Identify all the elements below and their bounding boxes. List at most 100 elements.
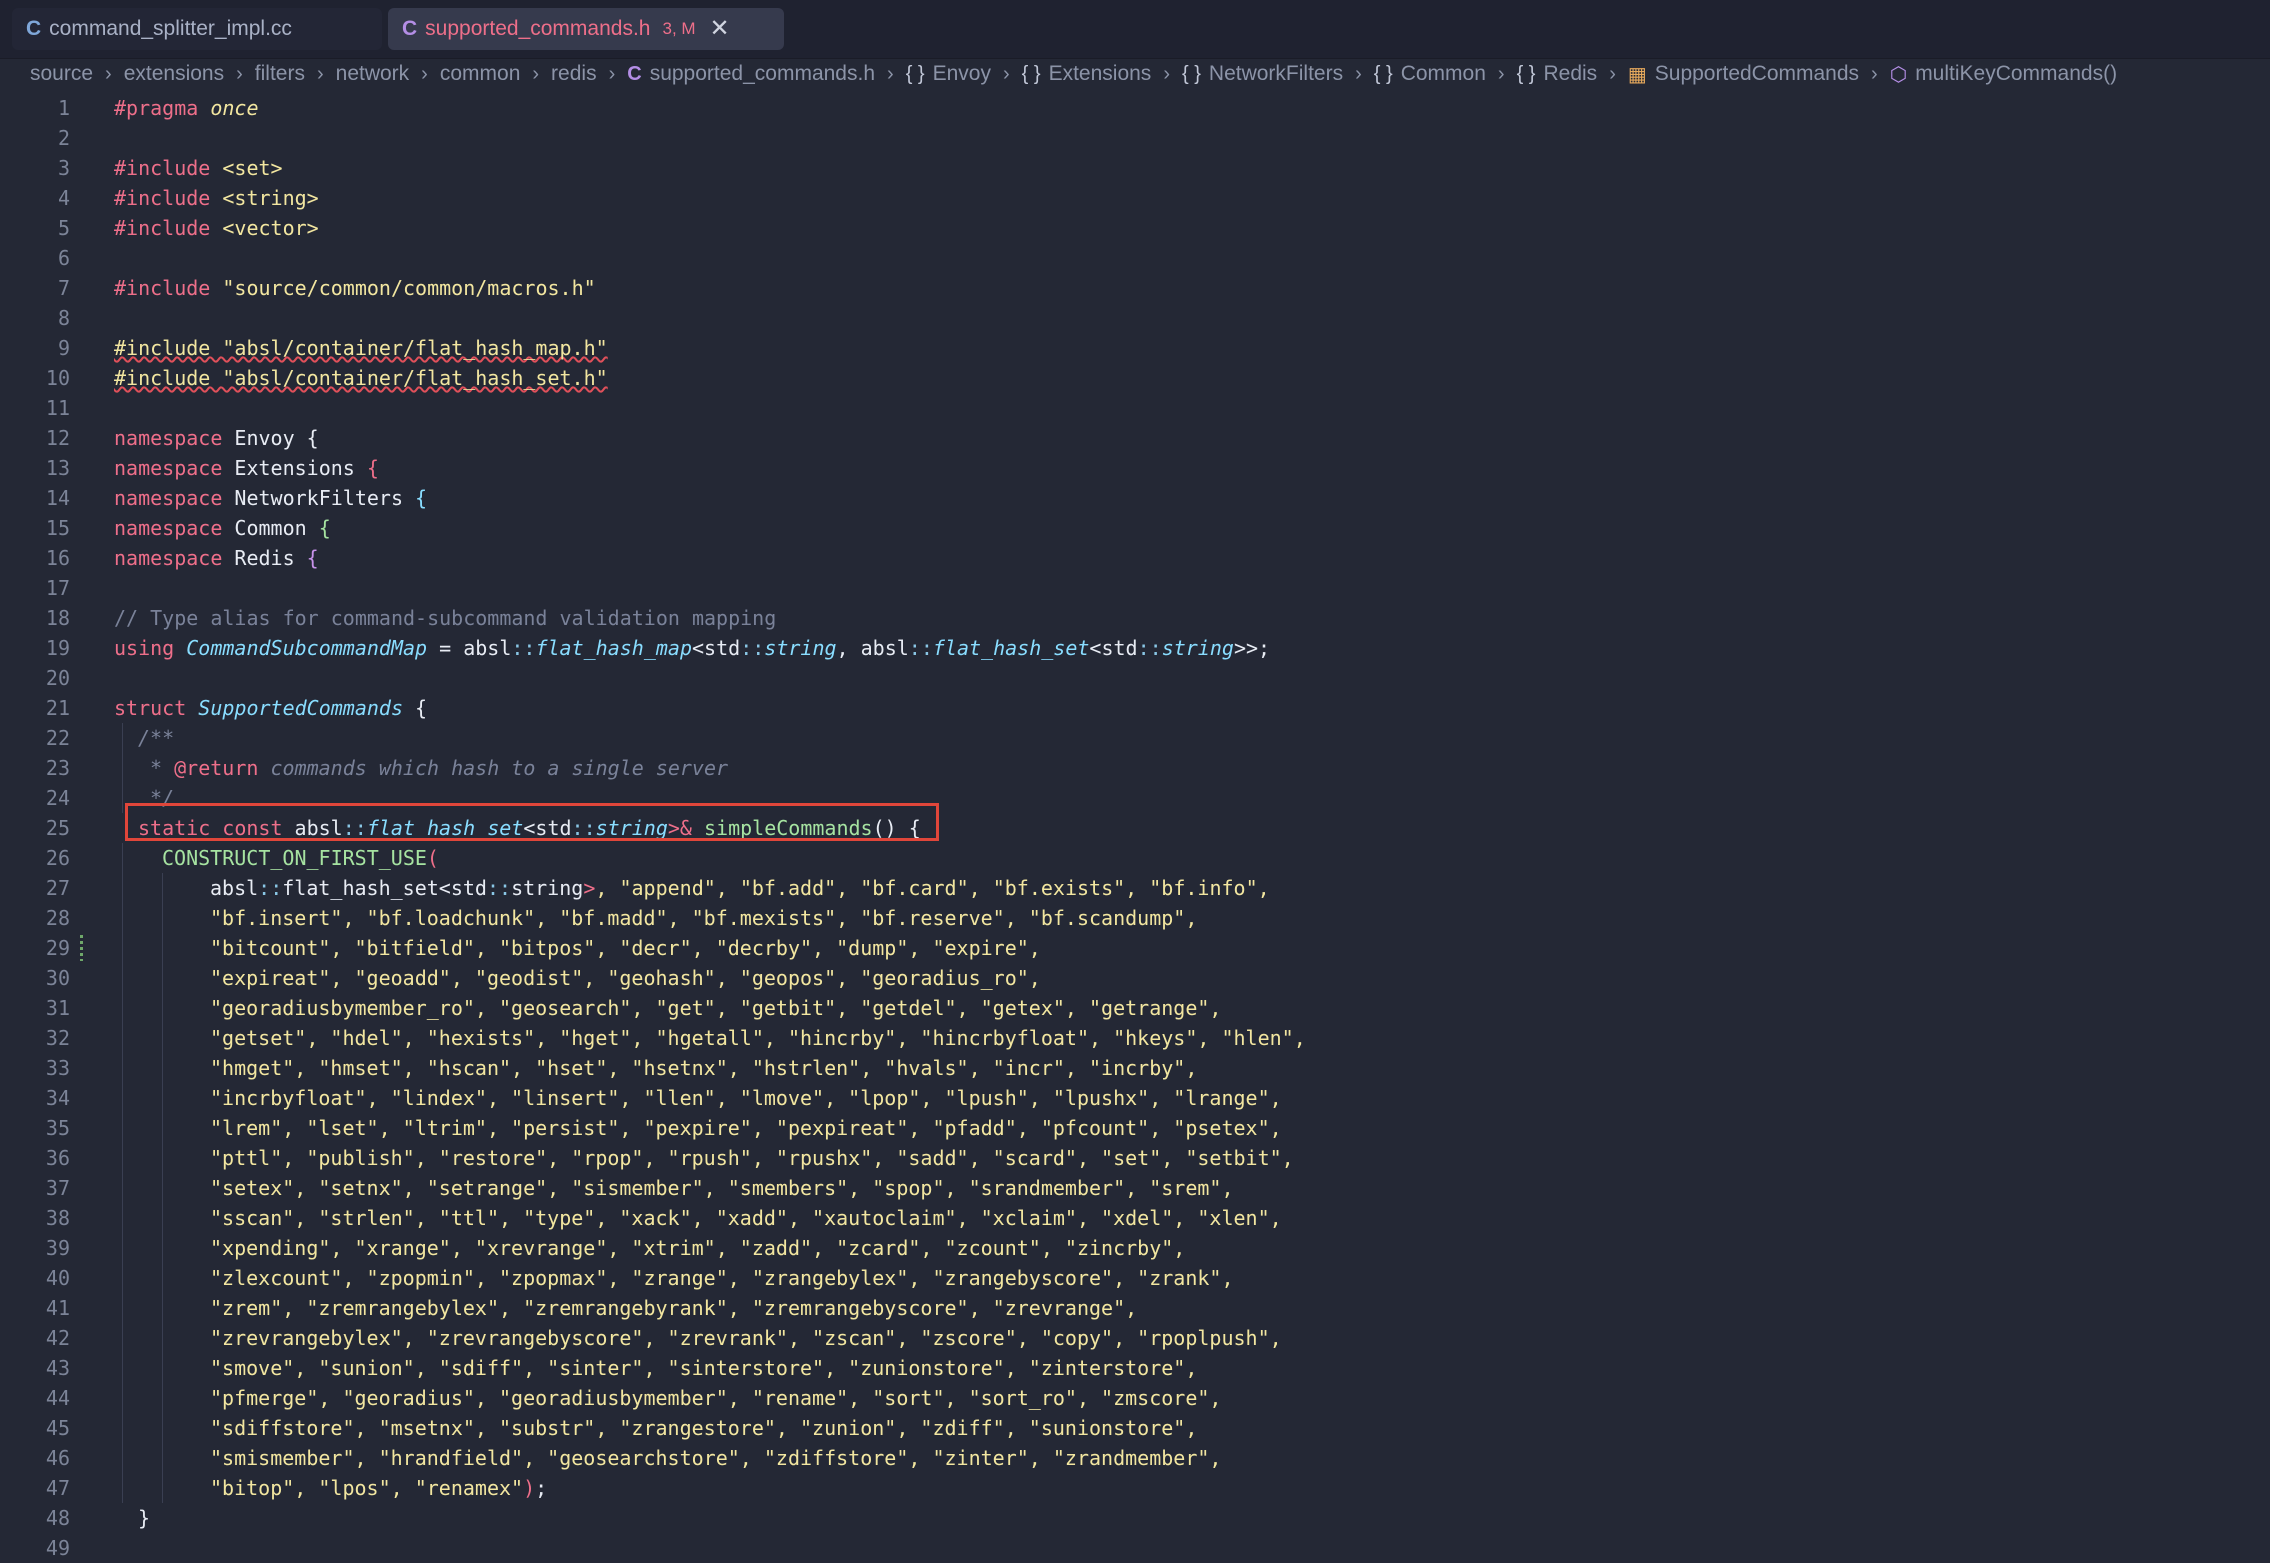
code-line: 5 #include <vector> (0, 213, 2270, 243)
breadcrumb-item[interactable]: filters (255, 62, 305, 86)
breadcrumb-item[interactable]: network (336, 62, 410, 86)
comment: * (138, 756, 175, 780)
breadcrumb-item[interactable]: { } Envoy (906, 62, 991, 86)
tab-command-splitter-impl[interactable]: C command_splitter_impl.cc (12, 8, 382, 50)
code-token: #include (114, 216, 223, 240)
code-editor[interactable]: 1 #pragma once 2 3 #include <set> 4 #includ… (0, 93, 2270, 1560)
chevron-right-icon: › (1497, 62, 1505, 85)
code-token: NetworkFilters (222, 486, 416, 510)
code-token: flat_hash_set (366, 816, 524, 840)
code-line: 32 "getset", "hdel", "hexists", "hget", "… (0, 1023, 2270, 1053)
breadcrumb-label: common (439, 62, 521, 85)
string-list: "zlexcount", "zpopmin", "zpopmax", "zran… (210, 1266, 1234, 1290)
breadcrumb-item[interactable]: redis (551, 62, 597, 86)
tab-bar: C command_splitter_impl.cc C supported_c… (0, 0, 2270, 59)
breadcrumb-item[interactable]: extensions (124, 62, 224, 86)
diff-modified-marker[interactable] (80, 935, 83, 961)
code-token: namespace (114, 486, 223, 510)
code-token: #include (114, 156, 223, 180)
comment: commands which hash to a single server (258, 756, 729, 780)
line-number: 36 (45, 1146, 70, 1170)
code-line: 19 using CommandSubcommandMap = absl::fla… (0, 633, 2270, 663)
close-icon[interactable]: ✕ (710, 17, 730, 41)
chevron-right-icon: › (608, 62, 616, 85)
code-token: CommandSubcommandMap (186, 636, 428, 660)
string-list: "zrevrangebylex", "zrevrangebyscore", "z… (210, 1326, 1282, 1350)
code-token: , absl (836, 636, 909, 660)
code-token: using (114, 636, 187, 660)
line-number: 35 (45, 1116, 70, 1140)
chevron-right-icon: › (532, 62, 540, 85)
breadcrumb-item[interactable]: { } Redis (1517, 62, 1598, 86)
code-line: 8 (0, 303, 2270, 333)
code-token: flat_hash_map (535, 636, 693, 660)
namespace-icon: { } (1516, 62, 1536, 85)
code-line: 35 "lrem", "lset", "ltrim", "persist", "p… (0, 1113, 2270, 1143)
code-token: absl (294, 816, 343, 840)
line-number: 13 (45, 456, 70, 480)
breadcrumb-label: multiKeyCommands() (1915, 62, 2118, 85)
code-token: absl (210, 876, 259, 900)
breadcrumb-item[interactable]: source (30, 62, 93, 86)
breadcrumb-item[interactable]: Csupported_commands.h (627, 62, 875, 86)
code-line: 42 "zrevrangebylex", "zrevrangebyscore", … (0, 1323, 2270, 1353)
line-number: 28 (45, 906, 70, 930)
string-list: "sdiffstore", "msetnx", "substr", "zrang… (210, 1416, 1198, 1440)
code-token: #pragma (114, 96, 211, 120)
code-line: 40 "zlexcount", "zpopmin", "zpopmax", "zr… (0, 1263, 2270, 1293)
code-token: { (306, 546, 319, 570)
code-line: 37 "setex", "setnx", "setrange", "sismemb… (0, 1173, 2270, 1203)
line-number: 33 (45, 1056, 70, 1080)
line-number: 18 (45, 606, 70, 630)
code-token: Envoy (222, 426, 307, 450)
code-token: } (138, 1506, 151, 1530)
line-number: 7 (57, 276, 70, 300)
string-list: "setex", "setnx", "setrange", "sismember… (210, 1176, 1234, 1200)
chevron-right-icon: › (1163, 62, 1170, 85)
line-number: 19 (45, 636, 70, 660)
line-number: 24 (45, 786, 70, 810)
code-line: 3 #include <set> (0, 153, 2270, 183)
breadcrumb-item[interactable]: { } NetworkFilters (1182, 62, 1343, 86)
string-list: "zrem", "zremrangebylex", "zremrangebyra… (210, 1296, 1138, 1320)
breadcrumb-item[interactable]: { } Common (1374, 62, 1486, 86)
line-number: 11 (45, 396, 70, 420)
code-token: static (138, 816, 223, 840)
line-number: 38 (45, 1206, 70, 1230)
line-number: 3 (57, 156, 70, 180)
code-line: 1 #pragma once (0, 93, 2270, 123)
code-token: :: (342, 816, 367, 840)
include-error-line[interactable]: #include "absl/container/flat_hash_set.h… (114, 363, 608, 393)
code-token: () { (872, 816, 921, 840)
chevron-right-icon: › (236, 62, 243, 85)
chevron-right-icon: › (1871, 62, 1878, 85)
code-token: string (1161, 636, 1234, 660)
code-line: 11 (0, 393, 2270, 423)
breadcrumb-label: Redis (1543, 62, 1598, 85)
breadcrumb-label: supported_commands.h (649, 62, 876, 85)
method-icon: ⬡ (1889, 63, 1908, 86)
line-number: 17 (45, 576, 70, 600)
breadcrumb-item[interactable]: { } Extensions (1022, 62, 1152, 86)
tab-label: command_splitter_impl.cc (49, 17, 292, 40)
breadcrumb-item[interactable]: common (440, 62, 521, 86)
code-token: ; (535, 1476, 548, 1500)
code-token: <std (1089, 636, 1138, 660)
code-line: 12 namespace Envoy { (0, 423, 2270, 453)
code-line: 10 #include "absl/container/flat_hash_set… (0, 363, 2270, 393)
code-line: 43 "smove", "sunion", "sdiff", "sinter", … (0, 1353, 2270, 1383)
tab-supported-commands[interactable]: C supported_commands.h 3, M ✕ (388, 8, 784, 50)
line-number: 6 (57, 246, 70, 270)
include-error-line[interactable]: #include "absl/container/flat_hash_map.h… (114, 333, 608, 363)
code-token: <set> (222, 156, 283, 180)
code-token: = absl (427, 636, 512, 660)
code-line: 14 namespace NetworkFilters { (0, 483, 2270, 513)
code-token: SupportedCommands (198, 696, 403, 720)
doc-tag: @return (174, 756, 259, 780)
code-token: Common (222, 516, 319, 540)
code-token: :: (908, 636, 933, 660)
breadcrumb-item[interactable]: ⬡ multiKeyCommands() (1890, 62, 2117, 87)
code-token: :: (258, 876, 283, 900)
code-line: 7 #include "source/common/common/macros.h… (0, 273, 2270, 303)
breadcrumb-item[interactable]: ▦ SupportedCommands (1628, 62, 1859, 87)
